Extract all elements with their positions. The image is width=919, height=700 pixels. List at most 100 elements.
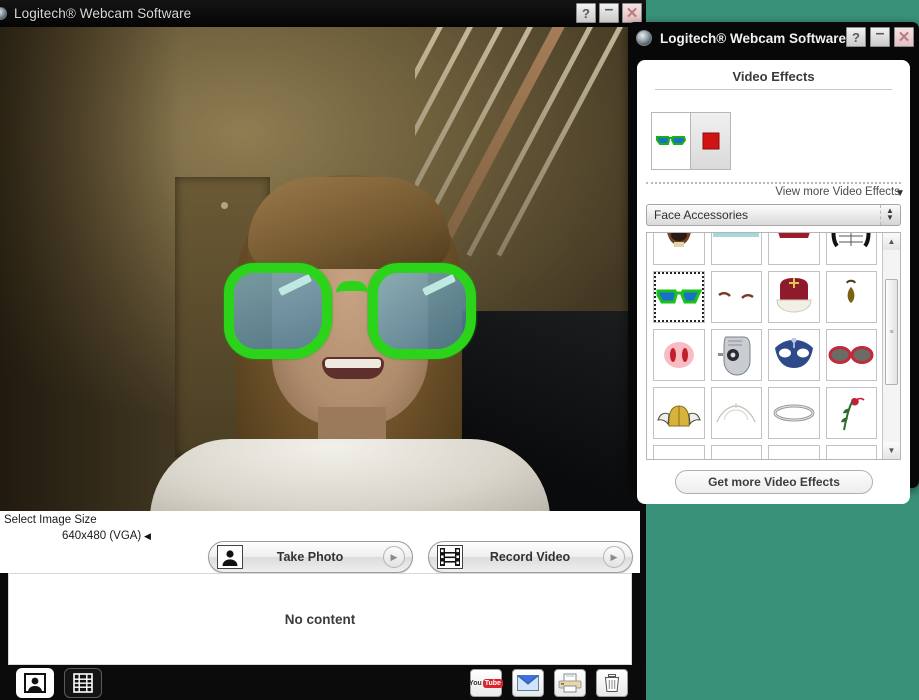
effect-partial-4[interactable] — [825, 445, 877, 459]
effect-viking-helmet[interactable] — [653, 387, 705, 439]
videos-tab[interactable] — [64, 668, 102, 698]
robot-head-icon — [718, 336, 751, 376]
effect-robot-head[interactable] — [710, 329, 762, 381]
effect-blue-band[interactable] — [710, 233, 762, 265]
glasses-bridge — [336, 281, 368, 297]
help-button[interactable]: ? — [846, 27, 866, 47]
delete-button[interactable] — [596, 669, 628, 697]
effect-red-sunglasses[interactable] — [825, 329, 877, 381]
media-gallery[interactable]: No content — [8, 573, 632, 665]
gallery-empty-message: No content — [284, 611, 356, 627]
effect-tiara[interactable] — [710, 387, 762, 439]
blue-band-icon — [713, 233, 760, 237]
rose-icon — [841, 397, 865, 431]
blue-masquerade-mask-icon — [774, 338, 813, 368]
lens-glint — [421, 273, 457, 297]
effect-beard[interactable] — [653, 233, 705, 265]
video-scene — [0, 27, 640, 511]
effect-teeth[interactable] — [768, 233, 820, 265]
print-button[interactable] — [554, 669, 586, 697]
effect-crown[interactable] — [768, 271, 820, 323]
effect-rose[interactable] — [825, 387, 877, 439]
viking-helmet-icon — [656, 405, 701, 427]
effects-window-controls: ? – ✕ — [846, 25, 914, 47]
main-window: Logitech® Webcam Software ? – ✕ Select I… — [0, 0, 646, 700]
goatee-icon — [846, 279, 857, 303]
bottom-toolbar: You Tube — [0, 665, 646, 700]
youtube-icon: You Tube — [469, 678, 503, 688]
close-button[interactable]: ✕ — [894, 27, 914, 47]
youtube-tube-label: Tube — [482, 678, 503, 688]
red-sunglasses-icon — [828, 346, 874, 364]
scrollbar-thumb[interactable]: ≡ — [885, 279, 898, 385]
film-icon — [73, 673, 93, 693]
effect-halo[interactable] — [768, 387, 820, 439]
spinner-down-icon[interactable]: ▼ — [886, 214, 894, 222]
effect-goatee[interactable] — [825, 271, 877, 323]
chevron-down-icon[interactable]: ▼ — [895, 188, 905, 199]
helmet-cage-icon — [831, 233, 871, 248]
pig-nose-icon — [663, 342, 694, 368]
image-size-arrow-icon[interactable]: ◀ — [144, 531, 151, 542]
green-sunglasses-overlay — [224, 259, 476, 367]
halo-icon — [773, 404, 815, 422]
category-select-value: Face Accessories — [654, 208, 749, 222]
video-effects-heading: Video Effects — [732, 69, 815, 84]
active-effect-slot[interactable] — [651, 112, 691, 170]
minimize-button[interactable]: – — [599, 1, 619, 23]
help-button[interactable]: ? — [576, 3, 596, 23]
effects-title-bar[interactable]: Logitech® Webcam Software ? – ✕ — [628, 22, 919, 54]
record-video-button[interactable]: Record Video ▶ — [428, 541, 633, 573]
green-sunglasses-icon — [656, 289, 702, 304]
right-lens — [368, 263, 476, 359]
photos-tab[interactable] — [16, 668, 54, 698]
photo-icon — [24, 673, 46, 693]
image-size-value[interactable]: 640x480 (VGA) — [62, 530, 141, 542]
effect-helmet-cage[interactable] — [825, 233, 877, 265]
view-more-video-effects-link[interactable]: View more Video Effects — [775, 186, 900, 198]
main-title-bar[interactable]: Logitech® Webcam Software ? – ✕ — [0, 0, 646, 27]
effect-green-sunglasses[interactable] — [653, 271, 705, 323]
teeth-icon — [778, 233, 810, 238]
email-button[interactable] — [512, 669, 544, 697]
take-photo-label: Take Photo — [276, 550, 344, 564]
get-more-video-effects-button[interactable]: Get more Video Effects — [675, 470, 873, 494]
video-effects-panel: Video Effects View more Video Effects ▼ … — [637, 60, 910, 504]
hair-fringe — [248, 177, 450, 269]
effect-partial-3[interactable] — [768, 445, 820, 459]
effect-eyebrows[interactable] — [710, 271, 762, 323]
printer-icon — [558, 673, 582, 693]
logitech-orb-icon — [636, 30, 652, 46]
beard-icon — [667, 233, 691, 247]
effect-partial-2[interactable] — [710, 445, 762, 459]
effect-blue-mask[interactable] — [768, 329, 820, 381]
scroll-down-icon[interactable]: ▼ — [883, 442, 900, 459]
window-title: Logitech® Webcam Software — [14, 6, 192, 21]
youtube-upload-button[interactable]: You Tube — [469, 669, 503, 697]
shirt — [150, 439, 550, 511]
take-photo-options-chevron-icon[interactable]: ▶ — [383, 546, 405, 568]
category-select[interactable]: Face Accessories ▲ ▼ — [646, 204, 901, 226]
minimize-button[interactable]: – — [870, 25, 890, 47]
effects-window-title: Logitech® Webcam Software — [660, 30, 846, 46]
record-video-options-chevron-icon[interactable]: ▶ — [603, 546, 625, 568]
wall-shadow — [0, 27, 180, 511]
effect-pig-nose[interactable] — [653, 329, 705, 381]
effects-grid-scrollbar[interactable]: ▲ ≡ ▼ — [882, 233, 900, 459]
clear-effect-slot[interactable] — [691, 112, 731, 170]
green-sunglasses-icon — [656, 136, 686, 145]
category-spinner-icon[interactable]: ▲ ▼ — [880, 205, 899, 225]
eyebrows-icon — [718, 292, 754, 299]
record-video-label: Record Video — [489, 550, 571, 564]
scroll-up-icon[interactable]: ▲ — [883, 233, 900, 250]
take-photo-button[interactable]: Take Photo ▶ — [208, 541, 413, 573]
effects-grid-container: ▲ ≡ ▼ — [646, 232, 901, 460]
lens-glint — [277, 273, 313, 297]
effect-partial-1[interactable] — [653, 445, 705, 459]
left-lens — [224, 263, 332, 359]
select-image-size-label: Select Image Size — [4, 514, 97, 526]
logitech-orb-icon — [0, 7, 7, 20]
webcam-video-preview[interactable] — [0, 27, 640, 511]
trash-icon — [604, 674, 620, 692]
close-button[interactable]: ✕ — [622, 3, 642, 23]
